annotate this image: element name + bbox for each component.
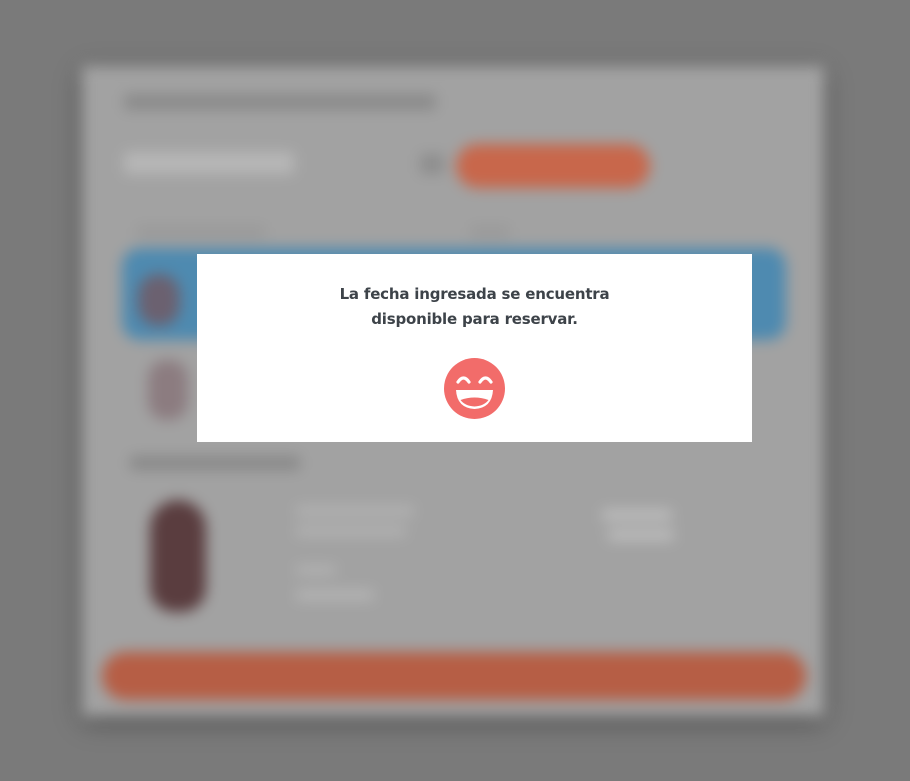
background-submit-button [102, 652, 806, 700]
background-text [296, 506, 414, 516]
availability-message: La fecha ingresada se encuentra disponib… [315, 282, 635, 332]
background-price [608, 530, 674, 540]
background-price [602, 510, 672, 520]
message-line-1: La fecha ingresada se encuentra [339, 285, 610, 303]
background-text [296, 526, 406, 536]
availability-modal: La fecha ingresada se encuentra disponib… [197, 254, 752, 442]
background-calendar-icon [420, 154, 444, 174]
grinning-face-icon [444, 358, 505, 419]
background-section-title [130, 456, 300, 470]
background-label [470, 226, 510, 238]
background-title [124, 94, 436, 110]
background-avatar [138, 274, 180, 326]
background-text [296, 566, 336, 574]
background-date-input [124, 152, 294, 174]
background-label [136, 226, 266, 238]
message-line-2: disponible para reservar. [371, 310, 578, 328]
background-product-image [150, 500, 206, 612]
background-check-button [456, 144, 650, 188]
background-image [148, 360, 188, 420]
background-text [296, 590, 374, 600]
